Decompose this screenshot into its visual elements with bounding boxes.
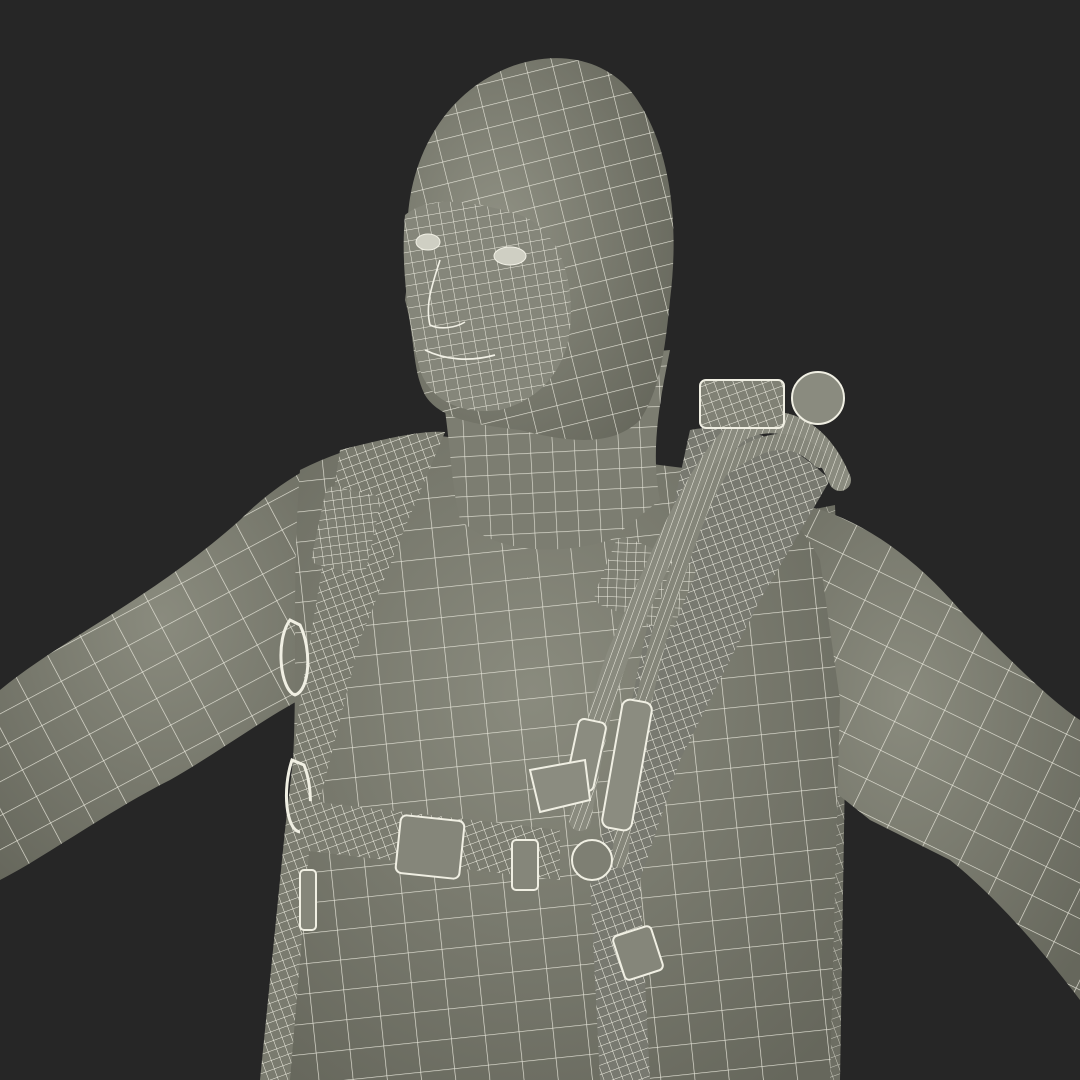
hose-coupling — [571, 839, 613, 881]
right-eye — [493, 246, 527, 266]
cylinder-valve-knob — [791, 371, 845, 425]
chest-buckle — [394, 814, 466, 880]
left-eye — [415, 233, 441, 251]
render-viewport — [0, 0, 1080, 1080]
head — [403, 58, 674, 440]
wireframe-render — [0, 58, 1080, 1080]
